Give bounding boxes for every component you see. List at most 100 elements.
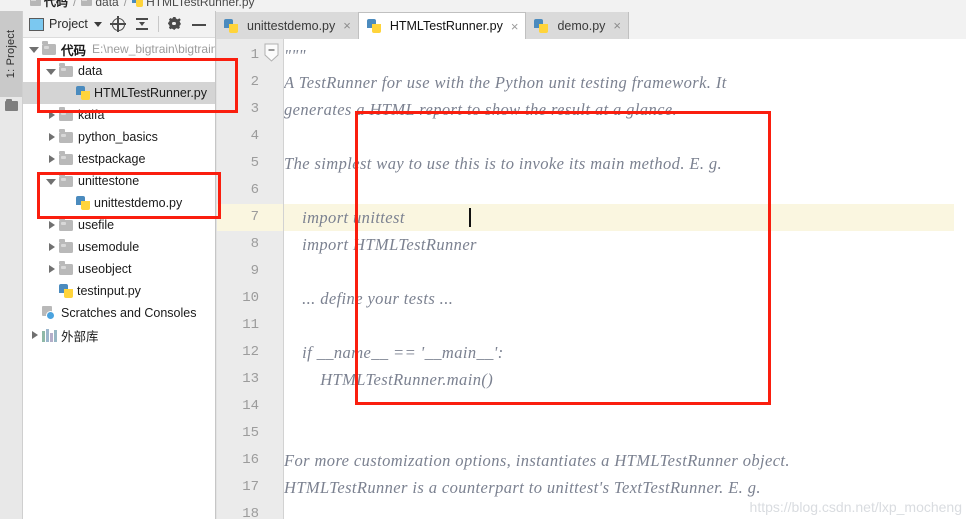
breadcrumb-item-project[interactable]: 代码 (30, 0, 68, 10)
tree-item-label: unittestone (78, 174, 140, 188)
python-file-icon (534, 18, 549, 33)
fold-collapse-icon[interactable] (264, 43, 279, 62)
tree-row-usemodule[interactable]: usemodule (23, 236, 215, 258)
breadcrumb-label-2: HTMLTestRunner.py (146, 0, 255, 9)
tree-row-HTMLTestRunner.py[interactable]: HTMLTestRunner.py (23, 82, 215, 104)
breadcrumb-item-data[interactable]: data (81, 0, 119, 9)
breadcrumb: 代码 / data / HTMLTestRunner.py (30, 0, 255, 10)
code-line: For more customization options, instanti… (284, 451, 790, 470)
chevron-down-icon[interactable] (29, 44, 40, 55)
tree-row-ScratchesandConsoles[interactable]: Scratches and Consoles (23, 302, 215, 324)
chevron-right-icon[interactable] (46, 264, 57, 275)
tree-row-data[interactable]: data (23, 60, 215, 82)
project-view-label: Project (49, 17, 88, 31)
folder-icon (59, 107, 73, 121)
tree-row-useobject[interactable]: useobject (23, 258, 215, 280)
editor-scrollbar[interactable] (954, 39, 966, 519)
python-file-icon (76, 86, 90, 100)
tree-item-label: 外部库 (61, 329, 99, 344)
chevron-right-icon[interactable] (46, 110, 57, 121)
tree-row-python_basics[interactable]: python_basics (23, 126, 215, 148)
tree-row-unittestone[interactable]: unittestone (23, 170, 215, 192)
collapse-all-icon[interactable] (134, 16, 150, 32)
tree-item-label: data (78, 64, 103, 78)
folder-icon[interactable] (5, 99, 18, 111)
chevron-right-icon[interactable] (46, 154, 57, 165)
line-number: 8 (250, 236, 259, 252)
editor-tab-unittestdemo-py[interactable]: unittestdemo.py × (216, 12, 359, 39)
folder-icon (59, 239, 73, 253)
breadcrumb-label-0: 代码 (44, 0, 69, 9)
line-number: 18 (242, 506, 259, 519)
line-number: 15 (242, 425, 259, 441)
pycharm-window: 代码 / data / HTMLTestRunner.py 1: Project… (0, 0, 966, 519)
code-line: HTMLTestRunner.main() (284, 370, 494, 389)
tree-item-path: E:\new_bigtrain\bigtrain (92, 42, 215, 56)
line-number: 14 (242, 398, 259, 414)
target-icon[interactable] (110, 16, 126, 32)
watermark-text: https://blog.csdn.net/lxp_mocheng (749, 499, 962, 515)
tree-row-usefile[interactable]: usefile (23, 214, 215, 236)
editor-tab-HTMLTestRunner-py[interactable]: HTMLTestRunner.py × (358, 12, 527, 39)
code-line: import HTMLTestRunner (284, 235, 477, 254)
project-view-selector[interactable]: Project (29, 17, 102, 31)
folder-icon (59, 173, 73, 187)
breadcrumb-separator: / (123, 0, 128, 9)
code-line: ... define your tests ... (284, 289, 454, 308)
folder-icon (59, 129, 73, 143)
tree-row-kaifa[interactable]: kaifa (23, 104, 215, 126)
close-icon[interactable]: × (511, 19, 519, 34)
breadcrumb-item-file[interactable]: HTMLTestRunner.py (132, 0, 255, 9)
minus-icon[interactable] (191, 16, 207, 32)
line-number: 1 (250, 47, 259, 63)
project-tool-window: Project 代码 E:\new_bigtrain\bigtraindata HT… (23, 11, 216, 519)
breadcrumb-label-1: data (95, 0, 119, 9)
tool-window-strip: 1: Project (0, 11, 23, 519)
folder-icon (81, 0, 93, 6)
tree-row-[interactable]: 代码 E:\new_bigtrain\bigtrain (23, 38, 215, 60)
chevron-down-icon[interactable] (46, 66, 57, 77)
editor-tab-label: demo.py (557, 18, 606, 33)
code-line: """ (284, 46, 306, 65)
breadcrumb-bar: 代码 / data / HTMLTestRunner.py (0, 0, 966, 11)
project-tree[interactable]: 代码 E:\new_bigtrain\bigtraindata HTMLTestRu… (23, 38, 215, 519)
tree-row-[interactable]: 外部库 (23, 324, 215, 346)
line-number: 13 (242, 371, 259, 387)
project-toolbar: Project (23, 11, 215, 38)
line-number: 10 (242, 290, 259, 306)
scratches-icon (42, 306, 57, 320)
chevron-right-icon[interactable] (46, 220, 57, 231)
chevron-right-icon[interactable] (29, 330, 40, 341)
line-number: 11 (242, 317, 259, 333)
line-number: 4 (250, 128, 259, 144)
editor-gutter[interactable]: 1 2 3 4 5 6 7 8 9 10 11 12 13 14 15 16 17 18 (216, 39, 284, 519)
code-line: import unittest (284, 208, 405, 227)
chevron-right-icon[interactable] (46, 132, 57, 143)
tree-row-testinput.py[interactable]: testinput.py (23, 280, 215, 302)
close-icon[interactable]: × (343, 18, 351, 33)
toolbar-divider (157, 16, 159, 32)
tool-window-tab-project[interactable]: 1: Project (0, 11, 22, 97)
tree-item-label: HTMLTestRunner.py (94, 86, 208, 100)
close-icon[interactable]: × (613, 18, 621, 33)
python-file-icon (224, 18, 238, 33)
tree-item-label: testpackage (78, 152, 146, 166)
tree-row-testpackage[interactable]: testpackage (23, 148, 215, 170)
line-number: 5 (250, 155, 259, 171)
chevron-right-icon[interactable] (46, 242, 57, 253)
editor-tab-demo-py[interactable]: demo.py × (526, 12, 629, 39)
tree-row-unittestdemo.py[interactable]: unittestdemo.py (23, 192, 215, 214)
line-number: 17 (242, 479, 259, 495)
code-line: The simplest way to use this is to invok… (284, 154, 723, 173)
line-number: 3 (250, 101, 259, 117)
external-libraries-icon (42, 328, 57, 342)
editor-area: unittestdemo.py × HTMLTestRunner.py × demo.p… (216, 11, 966, 519)
chevron-down-icon[interactable] (46, 176, 57, 187)
folder-icon (59, 217, 73, 231)
chevron-down-icon (93, 21, 102, 27)
python-file-icon (132, 0, 144, 7)
editor-tab-bar[interactable]: unittestdemo.py × HTMLTestRunner.py × demo.p… (216, 11, 966, 40)
code-editor[interactable]: """ A TestRunner for use with the Python … (284, 39, 964, 519)
gear-icon[interactable] (167, 16, 183, 32)
